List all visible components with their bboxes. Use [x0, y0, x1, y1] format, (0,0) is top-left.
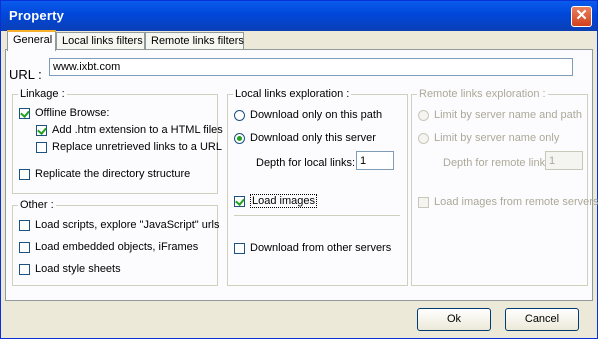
load-embedded-checkbox[interactable]: Load embedded objects, iFrames: [19, 241, 198, 253]
load-scripts-checkbox[interactable]: Load scripts, explore "JavaScript" urls: [19, 219, 220, 231]
tab-general-label: General: [13, 34, 53, 46]
remote-links-legend: Remote links exploration :: [417, 88, 548, 100]
tab-local-links-filters[interactable]: Local links filters: [56, 32, 145, 50]
linkage-legend: Linkage :: [18, 88, 67, 100]
download-other-checkbox[interactable]: Download from other servers: [234, 242, 391, 254]
download-path-radio-icon[interactable]: [234, 109, 245, 121]
limit-name-only-label: Limit by server name only: [434, 132, 560, 144]
offline-browse-checkbox[interactable]: Offline Browse:: [19, 107, 109, 119]
remote-depth-label: Depth for remote links:: [443, 157, 554, 169]
local-depth-label: Depth for local links:: [256, 157, 356, 169]
load-images-check-icon[interactable]: [234, 195, 245, 207]
window-title: Property: [9, 8, 65, 23]
download-server-radio-icon[interactable]: [234, 132, 245, 144]
limit-name-path-label: Limit by server name and path: [434, 109, 582, 121]
add-htm-label: Add .htm extension to a HTML files: [52, 124, 223, 136]
load-embedded-label: Load embedded objects, iFrames: [35, 241, 199, 253]
tab-general[interactable]: General: [7, 30, 56, 51]
limit-name-path-radio[interactable]: Limit by server name and path: [418, 109, 582, 121]
local-links-separator: [234, 215, 400, 216]
limit-name-only-radio[interactable]: Limit by server name only: [418, 132, 559, 144]
replace-unretrieved-check-icon[interactable]: [36, 141, 47, 153]
url-input[interactable]: [49, 58, 573, 76]
offline-browse-check-icon[interactable]: [19, 107, 30, 119]
download-other-label: Download from other servers: [250, 242, 392, 254]
tab-remote-links-filters-label: Remote links filters: [151, 35, 244, 47]
load-styles-check-icon[interactable]: [19, 263, 30, 275]
close-button[interactable]: ✕: [571, 6, 592, 27]
limit-name-only-radio-icon[interactable]: [418, 132, 429, 144]
url-label: URL :: [9, 67, 42, 82]
download-other-check-icon[interactable]: [234, 242, 245, 254]
remote-depth-input[interactable]: [545, 151, 583, 170]
add-htm-check-icon[interactable]: [36, 124, 47, 136]
download-path-label: Download only on this path: [250, 109, 383, 121]
download-server-label: Download only this server: [250, 132, 376, 144]
replace-unretrieved-checkbox[interactable]: Replace unretrieved links to a URL: [36, 141, 222, 153]
title-bar[interactable]: Property ✕: [1, 1, 597, 31]
load-images-label: Load images: [250, 194, 317, 208]
replicate-dir-label: Replicate the directory structure: [35, 168, 191, 180]
cancel-button[interactable]: Cancel: [505, 308, 579, 331]
load-scripts-check-icon[interactable]: [19, 219, 30, 231]
load-remote-images-check-icon[interactable]: [418, 196, 429, 208]
linkage-group: Linkage : Offline Browse: Add .htm exten…: [12, 88, 223, 194]
local-depth-input[interactable]: [356, 151, 394, 170]
limit-name-path-radio-icon[interactable]: [418, 109, 429, 121]
load-embedded-check-icon[interactable]: [19, 241, 30, 253]
tab-remote-links-filters[interactable]: Remote links filters: [145, 32, 244, 50]
close-icon: ✕: [575, 7, 588, 24]
local-links-group: Local links exploration : Download only …: [227, 88, 408, 286]
load-images-checkbox[interactable]: Load images: [234, 194, 317, 208]
property-dialog: Property ✕ General Local links filters R…: [0, 0, 598, 339]
replicate-dir-checkbox[interactable]: Replicate the directory structure: [19, 168, 190, 180]
offline-browse-label: Offline Browse:: [35, 107, 110, 119]
local-links-legend: Local links exploration :: [233, 88, 352, 100]
tab-local-links-filters-label: Local links filters: [62, 35, 143, 47]
download-path-radio[interactable]: Download only on this path: [234, 109, 382, 121]
load-remote-images-checkbox[interactable]: Load images from remote servers: [418, 196, 598, 208]
replace-unretrieved-label: Replace unretrieved links to a URL: [52, 141, 222, 153]
replicate-dir-check-icon[interactable]: [19, 168, 30, 180]
add-htm-checkbox[interactable]: Add .htm extension to a HTML files: [36, 124, 223, 136]
load-styles-label: Load style sheets: [35, 263, 121, 275]
ok-button[interactable]: Ok: [417, 308, 491, 331]
other-group: Other : Load scripts, explore "JavaScrip…: [12, 199, 220, 286]
load-styles-checkbox[interactable]: Load style sheets: [19, 263, 121, 275]
download-server-radio[interactable]: Download only this server: [234, 132, 376, 144]
remote-links-group: Remote links exploration : Limit by serv…: [411, 88, 598, 286]
general-tab-panel: URL : Linkage : Offline Browse: Add .htm…: [5, 49, 598, 301]
other-legend: Other :: [18, 199, 56, 211]
load-scripts-label: Load scripts, explore "JavaScript" urls: [35, 219, 220, 231]
load-remote-images-label: Load images from remote servers: [434, 196, 599, 208]
